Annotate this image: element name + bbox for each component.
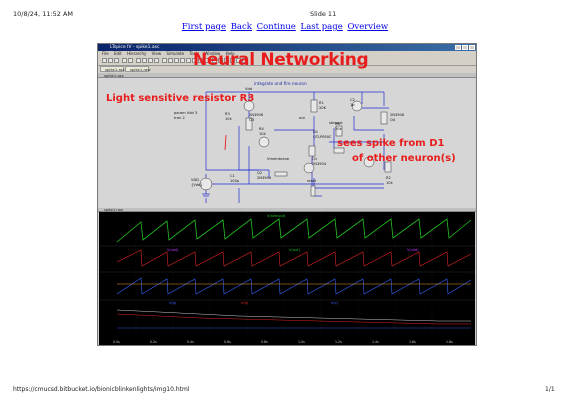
continue-link[interactable]: Continue (257, 22, 296, 32)
q2-label: Q2 (257, 171, 262, 175)
x-tick: 0.2s (150, 340, 157, 344)
vdd-label: Vdd (245, 87, 252, 91)
tab-waveform[interactable]: spike1.raw (125, 66, 150, 72)
x-tick: 1.2s (335, 340, 342, 344)
q5-label: 2N3906 (390, 113, 405, 117)
r2-value: 10k (386, 181, 394, 185)
x-tick: 1.4s (372, 340, 379, 344)
label-icon[interactable] (174, 58, 179, 63)
new-icon[interactable] (102, 58, 107, 63)
open-icon[interactable] (108, 58, 113, 63)
first-page-link[interactable]: First page (182, 22, 226, 32)
trace-stimout (116, 218, 472, 243)
vdd-source-value: {Vdd} (191, 183, 203, 187)
menu-file[interactable]: File (102, 51, 109, 56)
trace-bottom-red (116, 313, 471, 325)
r1-label: R1 (319, 101, 324, 105)
window-title: LTspice IV - spike1.asc (110, 45, 160, 50)
d1-value: QTLP650C (313, 135, 332, 139)
run-icon[interactable] (122, 58, 127, 63)
x-tick: 0.8s (261, 340, 268, 344)
x-axis-ticks: 0.0s 0.2s 0.4s 0.6s 0.8s 1.0s 1.2s 1.4s … (113, 340, 453, 344)
legend-bot3: V(c) (331, 301, 339, 305)
zoom-in-icon[interactable] (136, 58, 141, 63)
back-link[interactable]: Back (231, 22, 252, 32)
vmem-label: Vmembrane (267, 157, 290, 161)
zoom-out-icon[interactable] (148, 58, 153, 63)
c1-value: 100p (230, 179, 240, 183)
minimize-button[interactable] (455, 45, 461, 50)
last-page-link[interactable]: Last page (301, 22, 343, 32)
zoom-fit-icon[interactable] (154, 58, 159, 63)
x-tick: 0.6s (224, 340, 231, 344)
schematic-title: integrate and fire neuron (254, 81, 307, 86)
print-page-number: 1/1 (545, 386, 555, 393)
reset-label: reset (307, 179, 317, 183)
menu-simulate[interactable]: Simulate (166, 51, 184, 56)
menu-edit[interactable]: Edit (114, 51, 122, 56)
menu-view[interactable]: View (152, 51, 162, 56)
legend-bot2: V(b) (241, 301, 249, 305)
r3-label: R3 (225, 112, 230, 116)
x-tick: 1.0s (298, 340, 305, 344)
stimout-label: stimout (329, 121, 343, 125)
r3-value: 10k (225, 117, 233, 121)
x-tick: 1.8s (446, 340, 453, 344)
x-tick: 0.4s (187, 340, 194, 344)
q3-label: 2N3906 (249, 113, 264, 117)
capacitor-icon[interactable] (186, 58, 191, 63)
out-label: out (299, 116, 305, 120)
r4-label: R4 (259, 127, 264, 131)
ground-icon[interactable] (168, 58, 173, 63)
q1-value: 2N3904 (312, 162, 327, 166)
trace-bottom-white (116, 309, 471, 322)
c2-value: 1p (350, 103, 355, 107)
pan-icon[interactable] (142, 58, 147, 63)
param-directive: param Vdd 3 (174, 111, 197, 115)
r4-value: 10k (259, 132, 267, 136)
overview-link[interactable]: Overview (347, 22, 388, 32)
c1-label: C1 (230, 174, 235, 178)
q1-label: Q1 (312, 157, 317, 161)
maximize-button[interactable] (462, 45, 468, 50)
legend-mid1: V(vdd) (167, 248, 179, 252)
q2-value: 2N3904 (257, 176, 272, 180)
r1-value: 20K (319, 106, 327, 110)
q3b-label: Q3 (249, 118, 254, 122)
annotation-arrow (224, 134, 227, 151)
legend-bot1: V(a) (169, 301, 177, 305)
halt-icon[interactable] (128, 58, 133, 63)
tran-directive: tran 2 (174, 116, 185, 120)
c2-label: C2 (350, 98, 355, 102)
close-button[interactable] (469, 45, 475, 50)
r2-label: R2 (386, 176, 391, 180)
d1-label: D1 (313, 130, 318, 134)
annotation-spike-line2: of other neuron(s) (352, 153, 456, 164)
legend-mid2: V(out) (289, 248, 300, 252)
trace-vmembrane (116, 277, 472, 295)
legend-mid3: V(vdd) (407, 248, 419, 252)
print-slide-title: Slide 11 (310, 10, 337, 18)
annotation-resistor: Light sensitive resistor R3 (106, 93, 255, 104)
legend-stimout: V(stimout) (267, 214, 286, 218)
ltspice-window: LTspice IV - spike1.asc File Edit Hierar… (97, 43, 477, 346)
resistor-icon[interactable] (180, 58, 185, 63)
q4-label: Q4 (390, 118, 396, 122)
wire-icon[interactable] (162, 58, 167, 63)
waveform-viewer[interactable]: V(stimout) V(vdd) V(out) V(vdd) V(a) V(b… (99, 212, 475, 345)
x-tick: 0.0s (113, 340, 120, 344)
vdd-source-label: VDD (191, 178, 199, 182)
annotation-headline: Neural Networking (193, 50, 369, 70)
menu-hierarchy[interactable]: Hierarchy (127, 51, 146, 56)
print-url: https://cmucsd.bitbucket.io/bionicblinke… (13, 386, 190, 393)
print-datetime: 10/8/24, 11:52 AM (13, 10, 74, 18)
tab-schematic[interactable]: spike1.asc (100, 66, 125, 72)
trace-out (116, 249, 472, 267)
x-tick: 1.6s (409, 340, 416, 344)
save-icon[interactable] (114, 58, 119, 63)
slide-nav: First page Back Continue Last page Overv… (0, 22, 570, 32)
annotation-spike-line1: sees spike from D1 (337, 138, 445, 149)
plot-dividers (99, 245, 475, 301)
r5-value: 20k (335, 127, 343, 131)
